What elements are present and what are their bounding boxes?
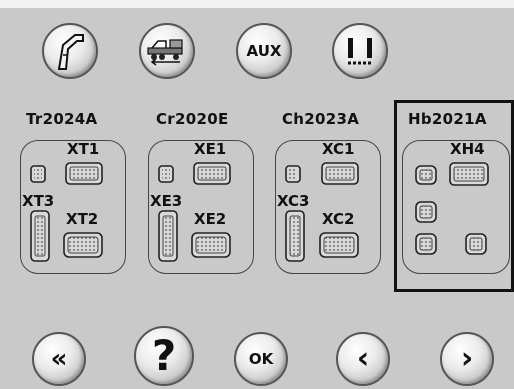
- prev-button[interactable]: ‹: [336, 332, 390, 386]
- help-button[interactable]: ?: [134, 326, 194, 386]
- ok-button[interactable]: OK: [234, 332, 288, 386]
- connector-graphics: [30, 162, 489, 262]
- chevron-left-icon: ‹: [356, 341, 370, 376]
- double-chevron-left-icon: «: [50, 344, 68, 374]
- help-icon: ?: [151, 331, 177, 380]
- ok-label: OK: [248, 350, 274, 368]
- next-button[interactable]: ›: [440, 332, 494, 386]
- chevron-right-icon: ›: [460, 341, 474, 376]
- connector-selection-screen: AUX Tr2024A Cr2020E Ch2023A Hb2021A XT1 …: [0, 0, 514, 389]
- back-fast-button[interactable]: «: [32, 332, 86, 386]
